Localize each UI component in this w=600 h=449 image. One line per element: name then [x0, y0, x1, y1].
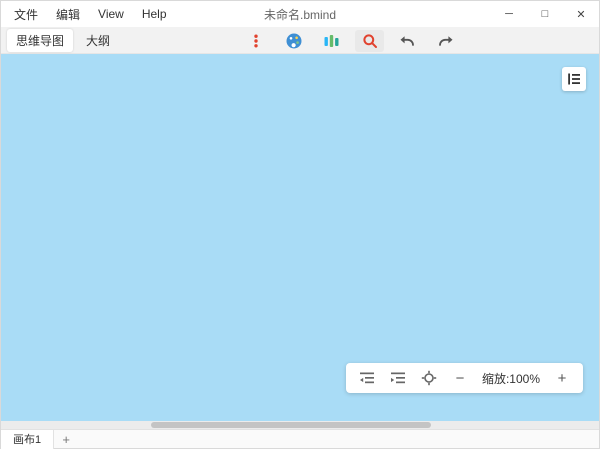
zoom-out-button[interactable]: −: [451, 369, 469, 387]
window-controls: ─ □ ✕: [491, 1, 599, 27]
close-button[interactable]: ✕: [563, 1, 599, 27]
collapse-nodes-button[interactable]: [358, 369, 376, 387]
title-bar: 文件 编辑 View Help 未命名.bmind ─ □ ✕: [1, 1, 599, 27]
outline-toggle-button[interactable]: [562, 67, 586, 91]
structure-button[interactable]: [317, 30, 346, 52]
more-dots-icon: [248, 33, 264, 49]
zoom-in-button[interactable]: +: [553, 369, 571, 387]
sheet-tab-canvas1[interactable]: 画布1: [1, 430, 54, 449]
tab-outline[interactable]: 大纲: [77, 29, 119, 52]
horizontal-scrollbar[interactable]: [1, 421, 599, 429]
view-tabs: 思维导图 大纲: [1, 29, 119, 52]
menu-view[interactable]: View: [89, 1, 133, 27]
sheet-bar: 画布1 +: [1, 429, 599, 448]
more-button[interactable]: [241, 30, 270, 52]
search-button[interactable]: [355, 30, 384, 52]
zoom-level-label: 缩放:100%: [482, 370, 540, 387]
outline-panel-icon: [566, 71, 582, 87]
menu-file[interactable]: 文件: [5, 1, 47, 27]
toolbar-buttons: [241, 27, 460, 54]
collapse-outline-icon: [359, 371, 375, 385]
menu-edit[interactable]: 编辑: [47, 1, 89, 27]
expand-nodes-button[interactable]: [389, 369, 407, 387]
structure-icon: [323, 33, 340, 49]
locate-center-icon: [421, 370, 437, 386]
expand-outline-icon: [390, 371, 406, 385]
redo-button[interactable]: [431, 30, 460, 52]
locate-center-button[interactable]: [420, 369, 438, 387]
add-sheet-button[interactable]: +: [54, 430, 78, 449]
minimize-button[interactable]: ─: [491, 1, 527, 27]
palette-icon: [285, 32, 303, 50]
zoom-toolbar: − 缩放:100% +: [346, 363, 583, 393]
toolbar: 思维导图 大纲: [1, 27, 599, 54]
menu-bar: 文件 编辑 View Help: [1, 1, 176, 27]
window-title: 未命名.bmind: [264, 6, 336, 23]
menu-help[interactable]: Help: [133, 1, 176, 27]
tab-mindmap[interactable]: 思维导图: [7, 29, 73, 52]
theme-button[interactable]: [279, 30, 308, 52]
undo-button[interactable]: [393, 30, 422, 52]
search-icon: [362, 33, 378, 49]
mindmap-canvas[interactable]: − 缩放:100% +: [1, 54, 599, 421]
horizontal-scrollbar-thumb[interactable]: [151, 422, 431, 428]
undo-icon: [399, 33, 416, 48]
redo-icon: [437, 33, 454, 48]
app-window: 文件 编辑 View Help 未命名.bmind ─ □ ✕ 思维导图 大纲: [0, 0, 600, 449]
maximize-button[interactable]: □: [527, 1, 563, 27]
